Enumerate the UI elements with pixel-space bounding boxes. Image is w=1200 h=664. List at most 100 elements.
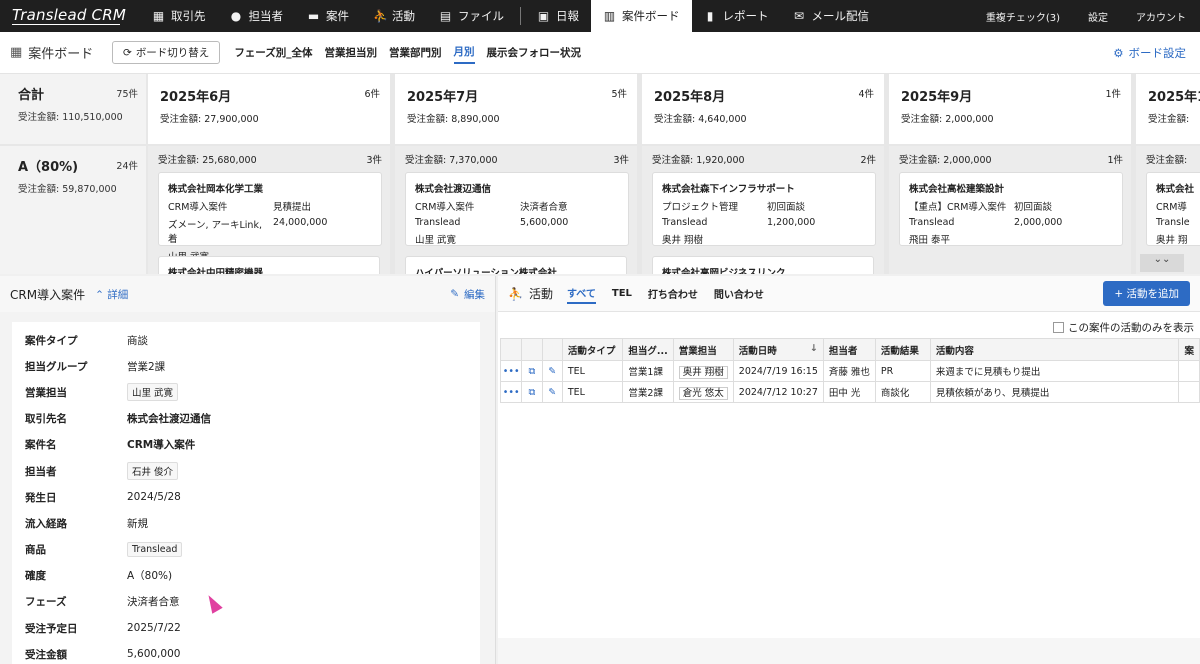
col-actions	[499, 338, 523, 361]
column-header[interactable]: 活動結果	[874, 338, 931, 361]
field-label: 取引先名	[25, 413, 67, 426]
col-edit	[541, 338, 563, 361]
app-logo[interactable]: Translead CRM	[0, 0, 140, 32]
detail-toggle-link[interactable]: ⌃ 詳細	[95, 287, 128, 302]
board-settings-button[interactable]: ⚙ ボード設定	[1113, 45, 1186, 61]
copy-icon[interactable]: ⧉	[521, 360, 543, 382]
nav-files[interactable]: ▤ ファイル	[427, 0, 516, 32]
detail-title: CRM導入案件	[10, 287, 86, 302]
tab-by-sales[interactable]: 営業担当別	[325, 42, 378, 63]
card-company: 株式会社	[1156, 184, 1195, 195]
tab-inquiry[interactable]: 問い合わせ	[714, 284, 764, 303]
settings-link[interactable]: 設定	[1074, 0, 1122, 32]
deal-card[interactable]: 株式会社渡辺通信 CRM導入案件 決済者合意 Translead 5,600,000…	[405, 172, 629, 246]
row-amount: 受注金額: 59,870,000	[18, 184, 117, 195]
cell-person[interactable]: 斉藤 雅也	[822, 360, 876, 382]
nav-accounts[interactable]: ▦ 取引先	[140, 0, 218, 32]
nav-deal-board[interactable]: ▥ 案件ボード	[591, 0, 692, 32]
cell-content: 来週までに見積もり提出	[929, 360, 1180, 382]
nav-activities[interactable]: ⛹ 活動	[361, 0, 427, 32]
nav-label: 案件	[326, 9, 349, 23]
nav-label: 日報	[556, 9, 579, 23]
field-row: 担当グループ 営業2課	[25, 353, 480, 379]
duplicate-check-link[interactable]: 重複チェック(3)	[972, 0, 1074, 32]
column-name: 2025年7月	[407, 90, 479, 105]
field-value[interactable]: 石井 俊介	[127, 462, 179, 481]
tab-monthly[interactable]: 月別	[453, 41, 475, 64]
tab-all[interactable]: すべて	[566, 283, 596, 304]
column-header-sorted[interactable]: 活動日時 ↓	[732, 338, 824, 361]
copy-icon[interactable]: ⧉	[521, 381, 543, 403]
nav-reports[interactable]: ▮ レポート	[692, 0, 781, 32]
column-header[interactable]: 案	[1178, 338, 1200, 361]
deal-detail-panel: CRM導入案件 ⌃ 詳細 ✎ 編集 案件タイプ 商談 担当グループ 営業2課 営業担当…	[0, 276, 496, 664]
deal-card[interactable]: 株式会社高松建築設計 【重点】CRM導入案件 初回面談 Translead 2,00…	[899, 172, 1123, 246]
nav-contacts[interactable]: ● 担当者	[218, 0, 296, 32]
field-value[interactable]: 株式会社渡辺通信	[127, 411, 211, 426]
deal-card[interactable]: 株式会社高岡ビジネスリンク	[652, 256, 874, 274]
cell-person[interactable]: 田中 光	[822, 381, 876, 403]
deal-card[interactable]: ハイパーソリューション株式会社	[405, 256, 627, 274]
tab-meeting[interactable]: 打ち合わせ	[648, 284, 698, 303]
checkbox[interactable]	[1053, 322, 1064, 333]
field-value: A（80%)	[127, 570, 173, 583]
more-icon[interactable]: •••	[499, 381, 523, 403]
nav-daily-report[interactable]: ▣ 日報	[525, 0, 591, 32]
deal-card[interactable]: 株式会社岡本化学工業 CRM導入案件 見積提出 ズメーン, アーキLink, 着 2…	[158, 172, 382, 263]
column-header[interactable]: 担当グ...	[622, 338, 674, 361]
pencil-icon[interactable]: ✎	[541, 360, 563, 382]
expand-chevron-icon[interactable]: ⌄⌄	[1140, 254, 1184, 272]
tab-tel[interactable]: TEL	[612, 286, 632, 301]
card-deal: CRM導	[1156, 202, 1187, 213]
nav-deals[interactable]: ▬ 案件	[295, 0, 361, 32]
nav-mail[interactable]: ✉ メール配信	[781, 0, 882, 32]
tab-exhibition-followup[interactable]: 展示会フォロー状況	[487, 42, 582, 63]
card-product: Translead	[415, 217, 461, 228]
row-count: 24件	[116, 161, 138, 172]
table-row[interactable]: ••• ⧉ ✎ TEL 営業1課 奥井 翔樹 2024/7/19 16:15 斉…	[499, 360, 1200, 382]
field-label: フェーズ	[25, 596, 67, 609]
sort-arrow-icon[interactable]: ↓	[810, 343, 818, 354]
column-header[interactable]: 活動内容	[929, 338, 1180, 361]
field-label: 流入経路	[25, 517, 67, 530]
deal-card[interactable]: 株式会社森下インフラサポート プロジェクト管理 初回面談 Translead 1,2…	[652, 172, 876, 246]
cell-group: 営業1課	[622, 360, 674, 382]
board-icon: ▦	[10, 45, 23, 60]
column-header[interactable]: 営業担当	[672, 338, 734, 361]
cell-sales[interactable]: 倉光 悠太	[678, 387, 728, 400]
deal-card[interactable]: 株式会社中田精密機器	[158, 256, 380, 274]
page-title-text: 案件ボード	[28, 47, 94, 62]
card-deal: プロジェクト管理	[662, 202, 739, 213]
field-label: 担当者	[25, 465, 57, 478]
edit-button[interactable]: ✎ 編集	[450, 287, 485, 302]
column-amount: 受注金額: 27,900,000	[160, 114, 259, 125]
cell-amount: 受注金額:	[1146, 155, 1188, 166]
add-activity-button[interactable]: + 活動を追加	[1103, 281, 1190, 306]
column-count: 4件	[858, 89, 874, 100]
card-company: 株式会社森下インフラサポート	[662, 184, 795, 195]
column-header[interactable]: 活動タイプ	[561, 338, 624, 361]
cell-amount: 受注金額: 7,370,000	[405, 155, 498, 166]
pencil-icon[interactable]: ✎	[541, 381, 563, 403]
deal-card[interactable]: 株式会社 CRM導 Transle 奥井 翔	[1146, 172, 1200, 246]
field-label: 受注金額	[25, 648, 67, 661]
bar-chart-icon: ▮	[706, 9, 714, 23]
field-row: 受注予定日 2025/7/22	[25, 615, 480, 641]
table-row[interactable]: ••• ⧉ ✎ TEL 営業2課 倉光 悠太 2024/7/12 10:27 田…	[499, 381, 1200, 403]
column-header[interactable]: 担当者	[822, 338, 876, 361]
cell-sales[interactable]: 奥井 翔樹	[678, 366, 728, 379]
tab-phase-all[interactable]: フェーズ別_全体	[234, 42, 312, 63]
only-this-deal-filter[interactable]: この案件の活動のみを表示	[1053, 320, 1194, 335]
column-cell: 受注金額: 2,000,000 1件 株式会社高松建築設計 【重点】CRM導入案件…	[889, 146, 1131, 274]
more-icon[interactable]: •••	[499, 360, 523, 382]
board-switch-button[interactable]: ⟳ ボード切り替え	[112, 41, 221, 64]
cell-count: 2件	[860, 155, 876, 166]
nav-divider	[520, 7, 521, 25]
cell-extra	[1178, 360, 1200, 382]
tab-by-dept[interactable]: 営業部門別	[389, 42, 442, 63]
card-phase: 初回面談	[767, 202, 806, 213]
field-value[interactable]: 山里 武寛	[127, 383, 179, 402]
account-link[interactable]: アカウント	[1122, 0, 1200, 32]
activity-title: ⛹ 活動	[508, 285, 553, 302]
field-value[interactable]: Translead	[127, 542, 183, 558]
